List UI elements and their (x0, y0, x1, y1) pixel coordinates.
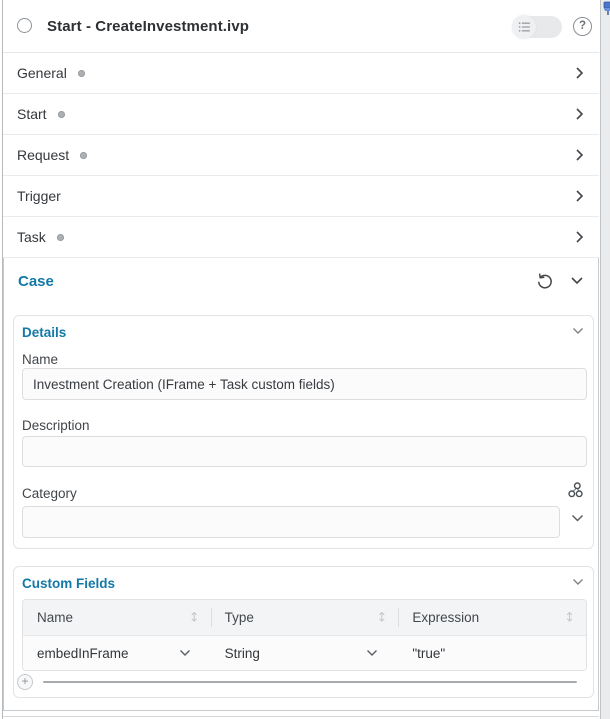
help-icon[interactable]: ? (573, 17, 592, 36)
custom-fields-table: Name ↕ Type ↕ Expression ↕ embedInFrame (22, 599, 587, 671)
side-gutter[interactable] (600, 0, 610, 719)
column-header-label: Name (37, 610, 73, 625)
pin-icon[interactable] (602, 1, 610, 16)
name-input[interactable] (22, 368, 587, 400)
status-dot-icon (58, 111, 65, 118)
section-label: Trigger (17, 188, 61, 204)
chevron-right-icon (575, 148, 584, 162)
table-header-row: Name ↕ Type ↕ Expression ↕ (23, 600, 586, 635)
chevron-up-icon[interactable] (570, 276, 584, 285)
custom-field-expression-cell[interactable]: "true" (398, 636, 586, 670)
chevron-down-icon[interactable] (572, 578, 584, 586)
chevron-right-icon (575, 107, 584, 121)
add-row-area: + (17, 674, 584, 690)
sort-icon[interactable]: ↕ (564, 610, 575, 625)
status-dot-icon (80, 152, 87, 159)
name-label: Name (22, 352, 58, 367)
custom-field-type-cell[interactable]: String (211, 636, 399, 670)
chevron-right-icon (575, 230, 584, 244)
column-header-type[interactable]: Type ↕ (211, 600, 399, 635)
category-label: Category (22, 486, 77, 501)
custom-fields-card-title[interactable]: Custom Fields (22, 576, 115, 591)
view-toggle[interactable] (512, 16, 562, 38)
section-row-case[interactable]: Case (18, 273, 54, 290)
section-row-request[interactable]: Request (3, 135, 599, 176)
column-header-name[interactable]: Name ↕ (23, 600, 211, 635)
custom-field-expression-value: "true" (412, 646, 445, 661)
custom-fields-card: Custom Fields Name ↕ Type ↕ Expression ↕ (13, 566, 594, 698)
description-label: Description (22, 418, 90, 433)
column-header-label: Expression (412, 610, 479, 625)
chevron-down-icon[interactable] (179, 649, 191, 657)
section-label: General (17, 65, 67, 81)
table-row: embedInFrame String "true" (23, 635, 586, 670)
case-section: Case Details Name Description Category (3, 258, 599, 711)
custom-field-type-value: String (225, 646, 260, 661)
column-header-expression[interactable]: Expression ↕ (398, 600, 586, 635)
custom-field-name-value: embedInFrame (37, 646, 129, 661)
section-row-start[interactable]: Start (3, 94, 599, 135)
chevron-down-icon[interactable] (572, 327, 584, 335)
chevron-down-icon[interactable] (571, 514, 584, 523)
page-title: Start - CreateInvestment.ivp (47, 18, 249, 35)
reset-icon[interactable] (536, 272, 554, 290)
inscription-header: Start - CreateInvestment.ivp ? (3, 0, 599, 53)
sort-icon[interactable]: ↕ (376, 610, 387, 625)
list-view-icon (512, 15, 536, 39)
chevron-right-icon (575, 189, 584, 203)
chevron-right-icon (575, 66, 584, 80)
details-card: Details Name Description Category (13, 315, 594, 549)
start-element-icon (17, 18, 32, 33)
chevron-down-icon[interactable] (366, 649, 378, 657)
add-row-divider (43, 681, 577, 683)
section-label: Start (17, 106, 47, 122)
section-row-general[interactable]: General (3, 53, 599, 94)
column-header-label: Type (225, 610, 254, 625)
custom-field-name-cell[interactable]: embedInFrame (23, 636, 211, 670)
section-label: Request (17, 147, 69, 163)
category-browser-icon[interactable] (567, 482, 584, 498)
details-card-title[interactable]: Details (22, 325, 66, 340)
section-row-trigger[interactable]: Trigger (3, 176, 599, 217)
status-dot-icon (78, 70, 85, 77)
next-section-border (3, 716, 599, 717)
section-row-task[interactable]: Task (3, 217, 599, 258)
section-label: Task (17, 229, 46, 245)
description-input[interactable] (22, 436, 587, 467)
add-row-button[interactable]: + (17, 674, 33, 690)
status-dot-icon (57, 234, 64, 241)
sort-icon[interactable]: ↕ (189, 610, 200, 625)
category-input[interactable] (22, 506, 560, 538)
